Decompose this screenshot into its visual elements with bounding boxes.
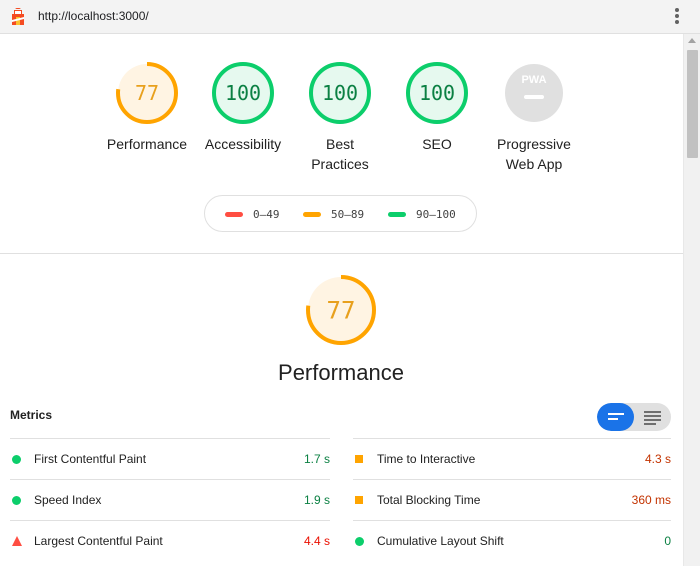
metric-name: Speed Index	[34, 493, 102, 507]
category-best-practices[interactable]: 100 Best Practices	[292, 60, 388, 174]
lighthouse-icon	[12, 8, 24, 25]
metric-name: Largest Contentful Paint	[34, 534, 163, 548]
section-divider	[0, 253, 683, 254]
metric-value: 1.7 s	[303, 452, 330, 466]
legend-pass-swatch	[388, 212, 406, 217]
legend-average-label: 50–89	[331, 208, 365, 221]
metric-value: 1.9 s	[303, 493, 330, 507]
performance-gauge: 77	[116, 62, 178, 124]
metric-value: 4.3 s	[644, 452, 671, 466]
legend-fail-label: 0–49	[253, 208, 280, 221]
metric-value: 0	[664, 534, 671, 548]
metric-name: Time to Interactive	[377, 452, 476, 466]
pass-circle-icon	[355, 537, 364, 546]
performance-label: Performance	[106, 136, 188, 152]
metric-name: First Contentful Paint	[34, 452, 147, 466]
browser-toolbar: http://localhost:3000/	[0, 0, 700, 34]
legend-pass-label: 90–100	[416, 208, 456, 221]
metric-row[interactable]: First Contentful Paint 1.7 s	[10, 438, 330, 479]
score-legend: 0–49 50–89 90–100	[204, 195, 477, 232]
seo-gauge: 100	[406, 62, 468, 124]
best-practices-label: Best Practices	[311, 136, 369, 172]
kebab-menu-icon[interactable]	[674, 8, 680, 26]
fail-triangle-icon	[12, 536, 22, 546]
pwa-dash-icon	[524, 95, 544, 99]
expanded-view-icon[interactable]	[634, 403, 671, 431]
metrics-heading: Metrics	[10, 408, 53, 422]
metrics-left-column: First Contentful Paint 1.7 s Speed Index 1.…	[10, 438, 330, 561]
category-performance[interactable]: 77 Performance	[99, 60, 195, 154]
gauge-score-text: 100	[225, 81, 261, 105]
pass-circle-icon	[12, 496, 21, 505]
seo-label: SEO	[422, 136, 452, 152]
metric-value: 4.4 s	[303, 534, 330, 548]
legend-average-swatch	[303, 212, 321, 217]
category-accessibility[interactable]: 100 Accessibility	[195, 60, 291, 154]
gauge-score-text: 77	[327, 297, 356, 325]
scroll-up-arrow-icon[interactable]	[688, 38, 696, 43]
compact-view-icon	[608, 413, 624, 420]
metric-row[interactable]: Speed Index 1.9 s	[10, 479, 330, 520]
category-pwa[interactable]: PWA Progressive Web App	[486, 60, 582, 174]
vertical-scrollbar[interactable]	[683, 34, 700, 566]
performance-score-gauge[interactable]: 77	[304, 273, 378, 347]
metrics-right-column: Time to Interactive 4.3 s Total Blocking T…	[353, 438, 671, 561]
url-text[interactable]: http://localhost:3000/	[38, 9, 149, 23]
performance-title: Performance	[278, 360, 404, 385]
accessibility-gauge: 100	[212, 62, 274, 124]
metric-value: 360 ms	[631, 493, 671, 507]
metric-row[interactable]: Time to Interactive 4.3 s	[353, 438, 671, 479]
metric-name: Total Blocking Time	[377, 493, 481, 507]
metrics-view-toggle[interactable]	[597, 403, 671, 431]
pwa-label: Progressive Web App	[497, 136, 571, 172]
gauge-score-text: 100	[419, 81, 455, 105]
category-seo[interactable]: 100 SEO	[389, 60, 485, 154]
metric-row[interactable]: Largest Contentful Paint 4.4 s	[10, 520, 330, 561]
gauge-score-text: 100	[322, 81, 358, 105]
metric-row[interactable]: Cumulative Layout Shift 0	[353, 520, 671, 561]
pass-circle-icon	[12, 455, 21, 464]
gauge-score-text: 77	[135, 81, 159, 105]
compact-view-button[interactable]	[597, 403, 634, 431]
accessibility-label: Accessibility	[204, 136, 282, 152]
metric-name: Cumulative Layout Shift	[377, 534, 504, 548]
pwa-badge-text: PWA	[521, 74, 546, 86]
metric-row[interactable]: Total Blocking Time 360 ms	[353, 479, 671, 520]
legend-fail-swatch	[225, 212, 243, 217]
average-square-icon	[355, 496, 363, 504]
gauge-background	[505, 64, 563, 122]
best-practices-gauge: 100	[309, 62, 371, 124]
pwa-gauge: PWA	[505, 64, 563, 122]
average-square-icon	[355, 455, 363, 463]
scroll-thumb[interactable]	[687, 50, 698, 158]
